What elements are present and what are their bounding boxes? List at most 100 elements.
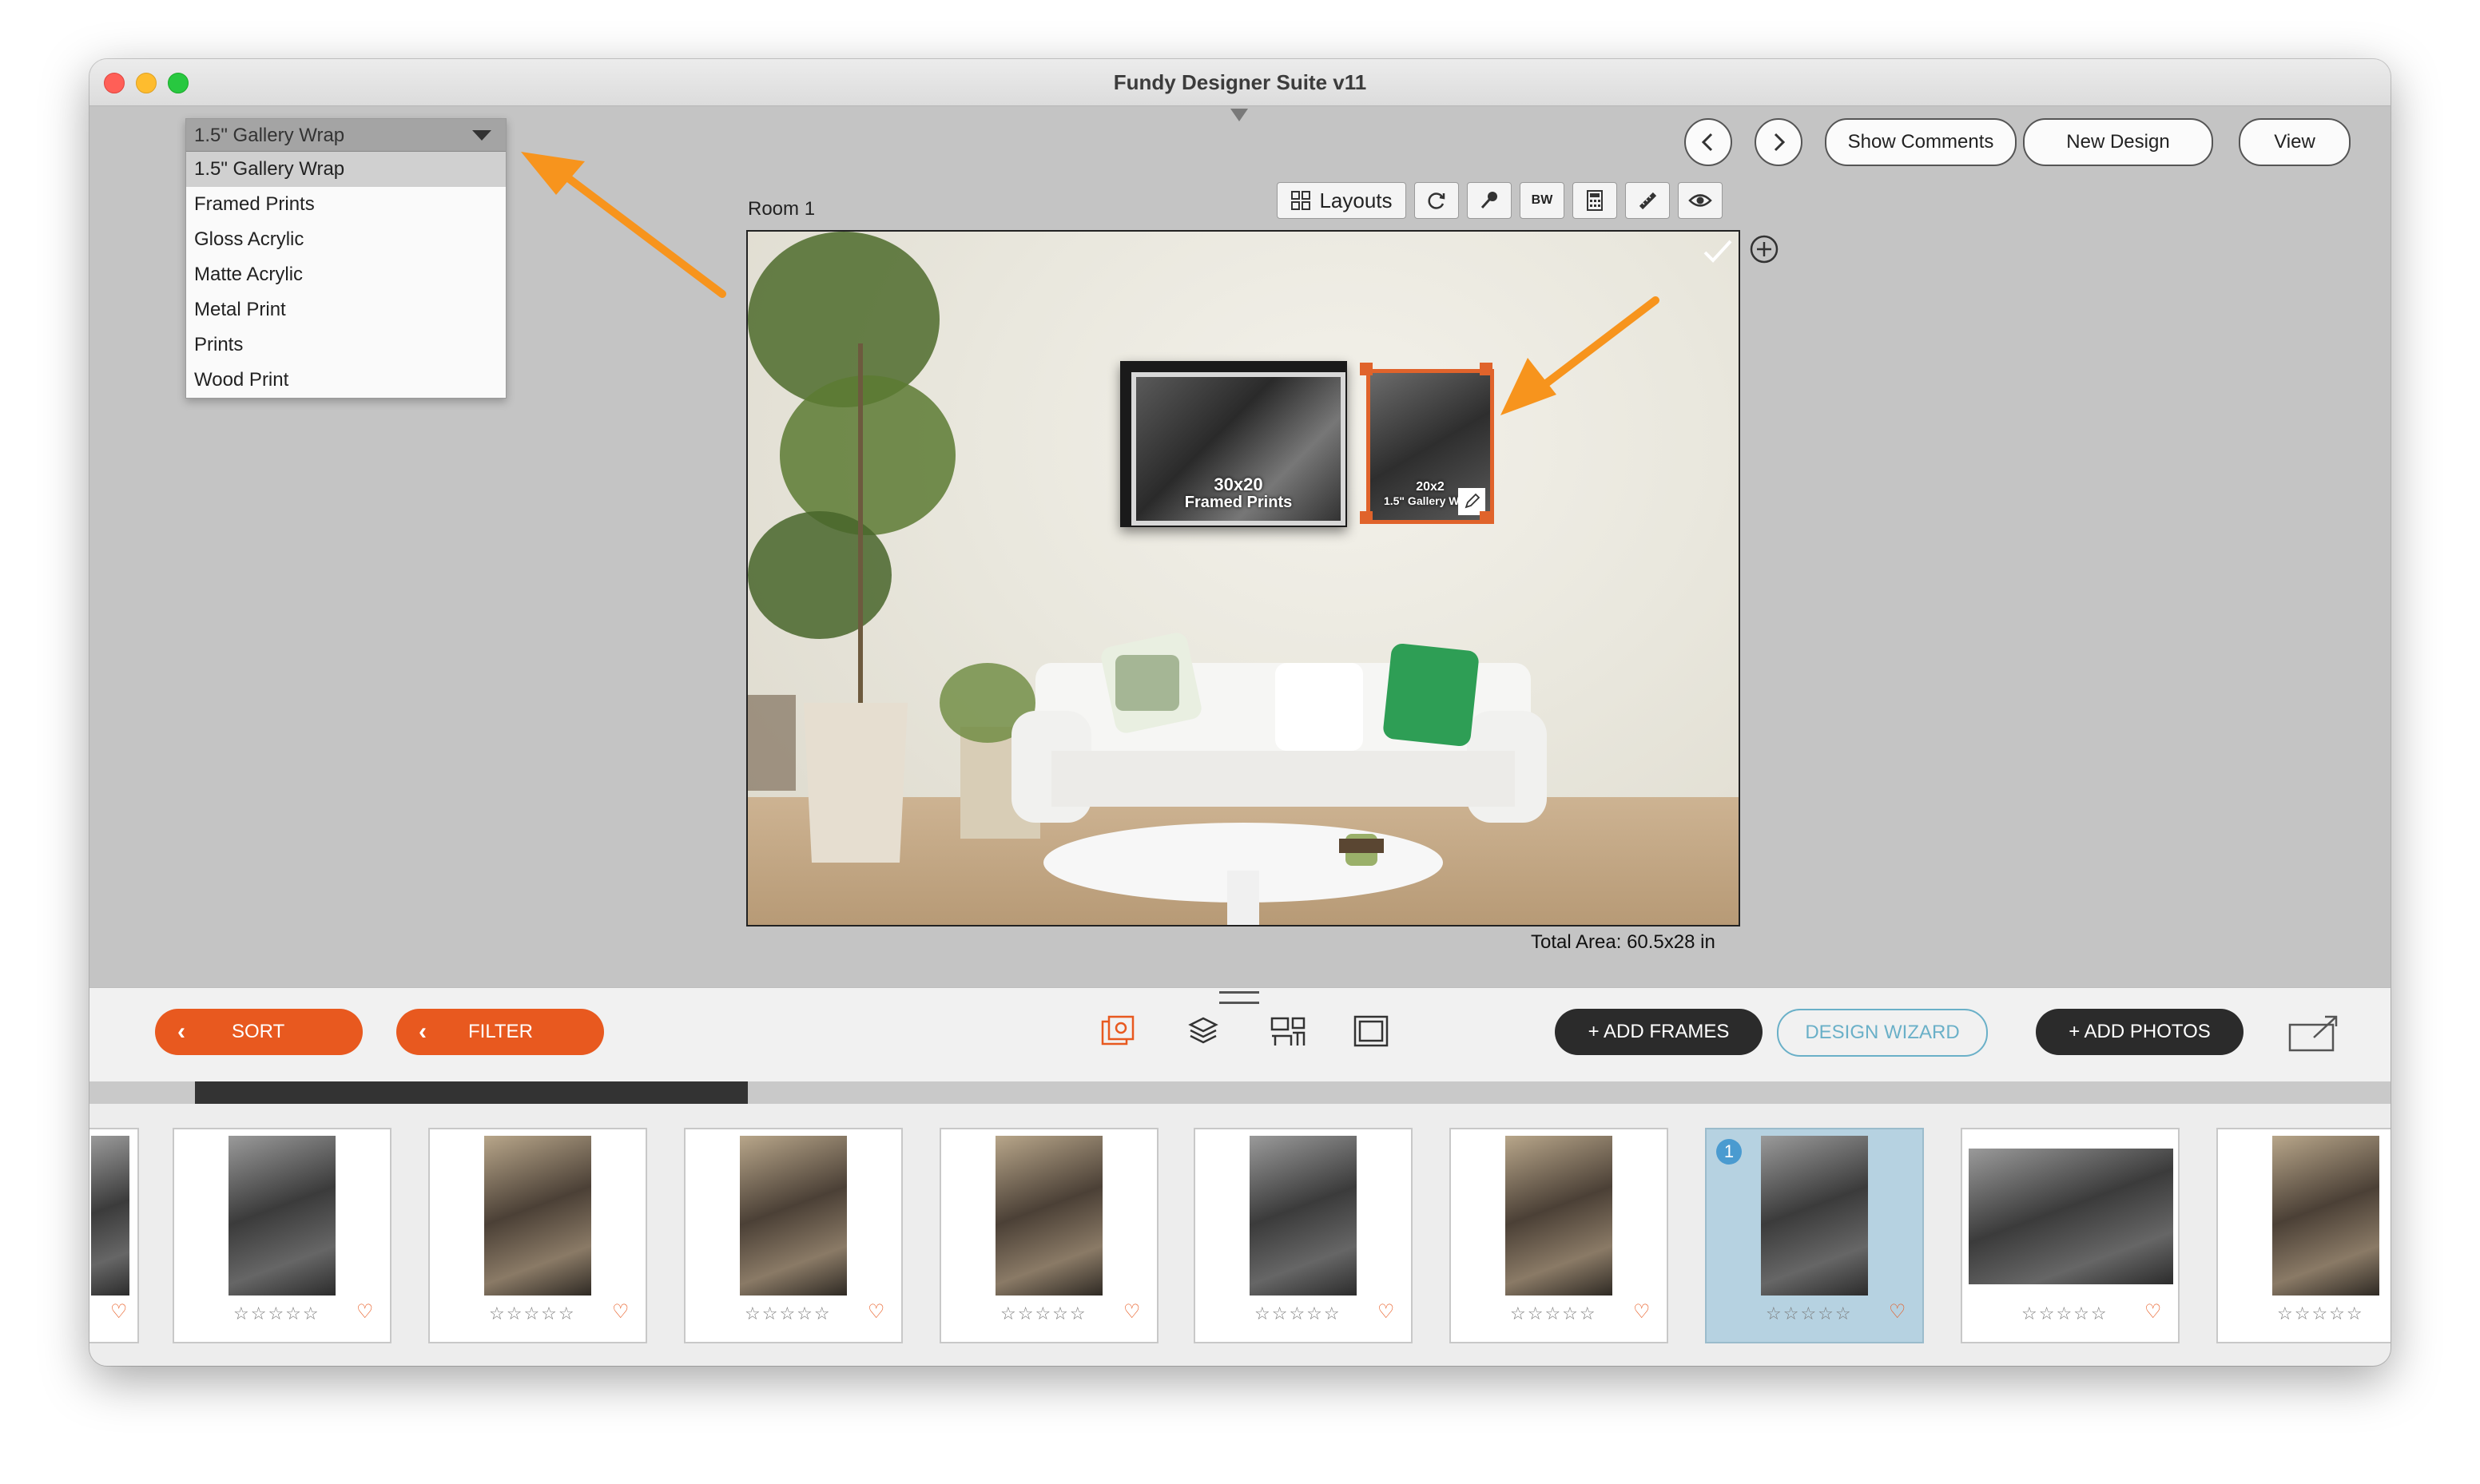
dropdown-header[interactable]: 1.5" Gallery Wrap [186, 119, 506, 152]
layouts-button[interactable]: Layouts [1277, 182, 1406, 219]
dropdown-option[interactable]: Gloss Acrylic [186, 222, 506, 257]
photo-thumbnail [1505, 1136, 1612, 1296]
refresh-button[interactable] [1414, 182, 1459, 219]
resize-handle[interactable] [1360, 511, 1373, 524]
eye-icon [1688, 194, 1712, 207]
photo-thumbnail [91, 1136, 129, 1296]
dropdown-option[interactable]: Metal Print [186, 292, 506, 327]
resize-grip-icon[interactable] [1219, 991, 1259, 1004]
heart-icon[interactable]: ♡ [110, 1300, 128, 1323]
chevron-left-icon [1701, 133, 1713, 152]
rating-stars[interactable]: ☆☆☆☆☆ [233, 1303, 320, 1324]
photo-card[interactable]: ☆☆☆☆☆ [2216, 1128, 2391, 1343]
rating-stars[interactable]: ☆☆☆☆☆ [1000, 1303, 1087, 1324]
dropdown-option[interactable]: Framed Prints [186, 187, 506, 222]
dropdown-option[interactable]: Prints [186, 327, 506, 363]
dropdown-option[interactable]: 1.5" Gallery Wrap [186, 152, 506, 187]
photo-card[interactable]: ☆☆☆☆☆ ♡ [1961, 1128, 2180, 1343]
rating-stars[interactable]: ☆☆☆☆☆ [489, 1303, 576, 1324]
title-bar: Fundy Designer Suite v11 [89, 59, 2391, 106]
dropdown-option[interactable]: Matte Acrylic [186, 257, 506, 292]
photo-card[interactable]: ☆☆☆☆☆ ♡ [940, 1128, 1159, 1343]
dropdown-option[interactable]: Wood Print [186, 363, 506, 398]
pencil-icon [1465, 493, 1480, 509]
photo-thumbnail [740, 1136, 847, 1296]
photo-card[interactable]: ☆☆☆☆☆ ♡ [428, 1128, 647, 1343]
black-white-button[interactable]: BW [1520, 182, 1564, 219]
filter-button[interactable]: ‹ FILTER [396, 1009, 604, 1055]
frame-type-label: Framed Prints [1184, 494, 1293, 511]
heart-icon[interactable]: ♡ [1377, 1300, 1395, 1323]
heart-icon[interactable]: ♡ [1889, 1300, 1906, 1323]
photo-card[interactable]: ☆☆☆☆☆ ♡ [684, 1128, 903, 1343]
rating-stars[interactable]: ☆☆☆☆☆ [745, 1303, 832, 1324]
eyedropper-button[interactable] [1467, 182, 1512, 219]
product-type-dropdown[interactable]: 1.5" Gallery Wrap 1.5" Gallery Wrap Fram… [185, 118, 507, 399]
heart-icon[interactable]: ♡ [1633, 1300, 1651, 1323]
add-photos-button[interactable]: + ADD PHOTOS [2036, 1009, 2244, 1055]
photos-view-icon[interactable] [1099, 1014, 1138, 1049]
next-button[interactable] [1755, 118, 1802, 166]
photo-card-selected[interactable]: 1 ☆☆☆☆☆ ♡ [1705, 1128, 1924, 1343]
room-scene [748, 232, 1547, 925]
filmstrip-scrollbar-thumb[interactable] [195, 1081, 748, 1104]
gallery-wrap-print[interactable]: 20x2 1.5" Gallery Wrap [1366, 369, 1494, 524]
frame-size-label: 30x20 [1214, 474, 1263, 494]
ruler-button[interactable] [1625, 182, 1670, 219]
frame-icon[interactable] [1352, 1014, 1390, 1049]
refresh-icon [1428, 192, 1445, 209]
selection-badge: 1 [1716, 1139, 1742, 1165]
view-button[interactable]: View [2239, 118, 2351, 166]
add-room-icon[interactable] [1748, 233, 1780, 265]
resize-handle[interactable] [1360, 363, 1373, 375]
chevron-left-icon: ‹ [419, 1018, 427, 1045]
photo-thumbnail [1969, 1149, 2173, 1284]
filter-label: FILTER [468, 1021, 533, 1042]
heart-icon[interactable]: ♡ [612, 1300, 630, 1323]
room-canvas[interactable]: 30x20 Framed Prints 20x2 1.5" Gallery Wr… [746, 230, 1740, 927]
photo-card[interactable]: ☆☆☆☆☆ ♡ [1449, 1128, 1668, 1343]
checkmark-icon[interactable] [1702, 238, 1734, 265]
photo-thumbnail [2272, 1136, 2379, 1296]
dropdown-selected-value: 1.5" Gallery Wrap [194, 125, 345, 146]
total-area: Total Area: 60.5x28 in [1531, 931, 1715, 953]
photo-card[interactable]: ☆☆☆☆☆ ♡ [173, 1128, 391, 1343]
dropdown-arrow-icon[interactable] [472, 130, 491, 141]
chevron-left-icon: ‹ [177, 1018, 185, 1045]
calculator-button[interactable] [1572, 182, 1617, 219]
collapse-caret-icon[interactable] [1230, 109, 1248, 121]
preview-button[interactable] [1678, 182, 1723, 219]
new-design-button[interactable]: New Design [2023, 118, 2213, 166]
room-toolbar: Layouts BW [1277, 182, 1723, 219]
framed-print[interactable]: 30x20 Framed Prints [1120, 361, 1347, 527]
heart-icon[interactable]: ♡ [2144, 1300, 2162, 1323]
rating-stars[interactable]: ☆☆☆☆☆ [1766, 1303, 1853, 1324]
rating-stars[interactable]: ☆☆☆☆☆ [2021, 1303, 2108, 1324]
heart-icon[interactable]: ♡ [356, 1300, 374, 1323]
rating-stars[interactable]: ☆☆☆☆☆ [1254, 1303, 1341, 1324]
add-frames-button[interactable]: + ADD FRAMES [1555, 1009, 1763, 1055]
photo-thumbnail [484, 1136, 591, 1296]
layouts-label: Layouts [1319, 188, 1393, 212]
rating-stars[interactable]: ☆☆☆☆☆ [1510, 1303, 1597, 1324]
chevron-right-icon [1774, 133, 1786, 152]
sort-label: SORT [232, 1021, 285, 1042]
previous-button[interactable] [1684, 118, 1732, 166]
resize-handle[interactable] [1480, 363, 1492, 375]
photo-card[interactable]: ♡ [89, 1128, 139, 1343]
photo-thumbnail [1250, 1136, 1357, 1296]
layers-icon[interactable] [1186, 1014, 1221, 1049]
rating-stars[interactable]: ☆☆☆☆☆ [2277, 1303, 2364, 1324]
window-title: Fundy Designer Suite v11 [1113, 70, 1367, 94]
export-icon[interactable] [2287, 1014, 2343, 1053]
resize-handle[interactable] [1480, 511, 1492, 524]
photo-card[interactable]: ☆☆☆☆☆ ♡ [1194, 1128, 1413, 1343]
heart-icon[interactable]: ♡ [1123, 1300, 1141, 1323]
show-comments-button[interactable]: Show Comments [1825, 118, 2017, 166]
calculator-icon [1587, 190, 1603, 211]
room-layout-icon[interactable] [1269, 1014, 1307, 1049]
design-wizard-button[interactable]: DESIGN WIZARD [1777, 1009, 1988, 1057]
grid-icon [1291, 191, 1311, 210]
sort-button[interactable]: ‹ SORT [155, 1009, 363, 1055]
heart-icon[interactable]: ♡ [868, 1300, 885, 1323]
